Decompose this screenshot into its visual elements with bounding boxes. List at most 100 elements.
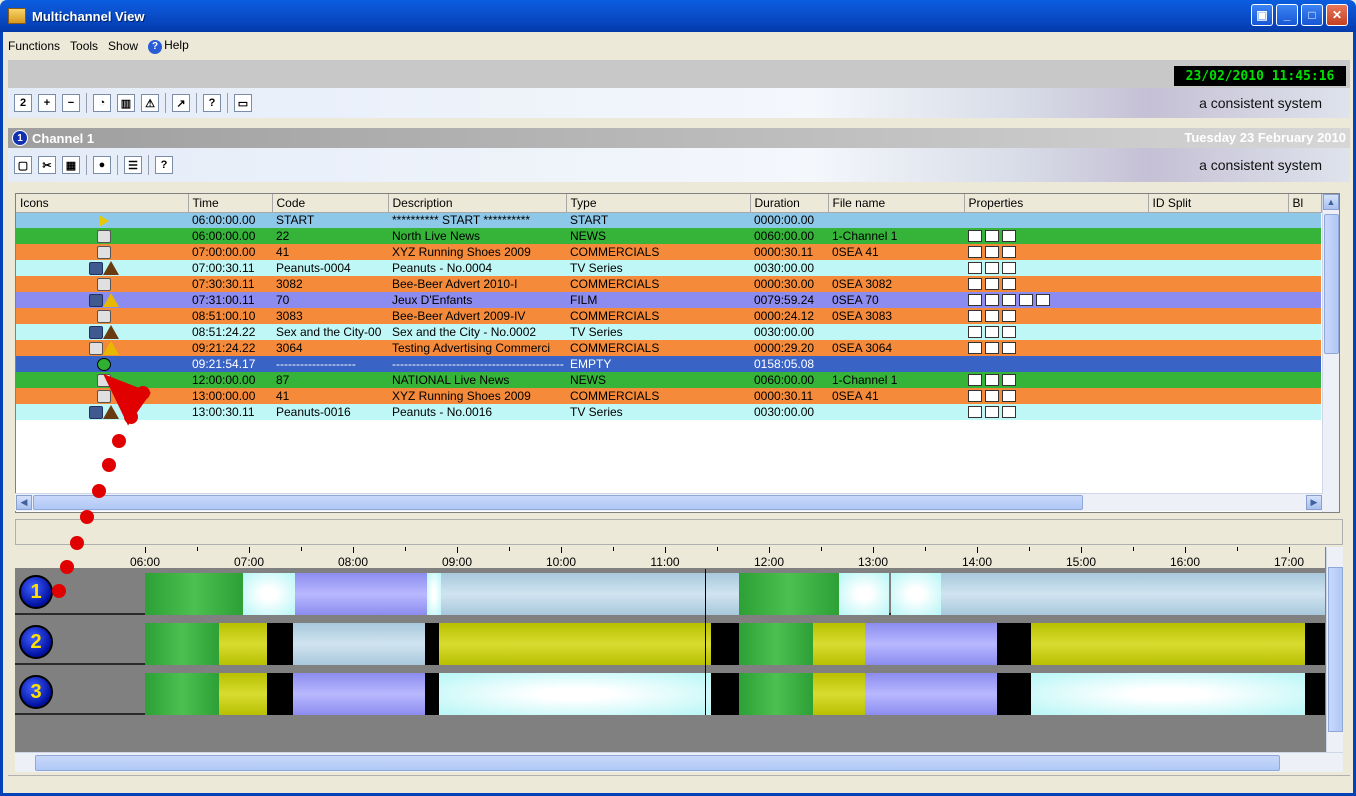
- play-icon: [99, 215, 109, 228]
- timeline-horizontal-scrollbar[interactable]: [15, 752, 1343, 772]
- grid-view-icon[interactable]: ☰: [124, 156, 142, 174]
- table-row[interactable]: 09:21:24.22 3064 Testing Advertising Comme…: [16, 340, 1321, 356]
- menu-help[interactable]: ? Help: [148, 38, 189, 54]
- zoom-out-icon[interactable]: −: [62, 94, 80, 112]
- column-header[interactable]: Properties: [964, 194, 1149, 213]
- column-header[interactable]: Time: [188, 194, 273, 213]
- context-help-icon[interactable]: ?: [203, 94, 221, 112]
- segment-tv-series[interactable]: [439, 673, 711, 715]
- column-header[interactable]: Bl: [1288, 194, 1322, 213]
- scroll-thumb[interactable]: [35, 755, 1280, 771]
- column-header[interactable]: Icons: [16, 194, 189, 213]
- column-header[interactable]: ID Split: [1148, 194, 1289, 213]
- window-icon[interactable]: ▭: [234, 94, 252, 112]
- segment-news[interactable]: [145, 623, 219, 665]
- segment-break[interactable]: [425, 673, 439, 715]
- column-header[interactable]: Type: [566, 194, 751, 213]
- refresh-icon[interactable]: 2: [14, 94, 32, 112]
- segment-break[interactable]: [1305, 673, 1325, 715]
- menu-functions[interactable]: Functions: [8, 39, 60, 53]
- segment-tv-series[interactable]: [427, 573, 441, 615]
- segment-break[interactable]: [711, 623, 739, 665]
- segment-programme[interactable]: [219, 623, 267, 665]
- segment-film[interactable]: [295, 573, 427, 615]
- clock-icon[interactable]: ◔: [93, 94, 111, 112]
- segment-programme[interactable]: [439, 623, 711, 665]
- table-row[interactable]: 06:00:00.00 22 North Live News NEWS 0060:00.…: [16, 228, 1321, 244]
- segment-break[interactable]: [711, 673, 739, 715]
- segment-news[interactable]: [145, 673, 219, 715]
- close-button[interactable]: ✕: [1326, 4, 1348, 26]
- segment-tv-series[interactable]: [1031, 673, 1305, 715]
- zoom-in-icon[interactable]: +: [38, 94, 56, 112]
- open-folder-icon[interactable]: ▢: [14, 156, 32, 174]
- segment-tv-series[interactable]: [891, 573, 941, 615]
- table-row[interactable]: 13:00:30.11 Peanuts-0016 Peanuts - No.0016…: [16, 404, 1321, 420]
- cut-clip-icon[interactable]: ✂: [38, 156, 56, 174]
- column-header[interactable]: File name: [828, 194, 965, 213]
- segment-break[interactable]: [1305, 623, 1325, 665]
- segment-empty[interactable]: [941, 573, 1325, 615]
- segment-programme[interactable]: [219, 673, 267, 715]
- column-header[interactable]: Description: [388, 194, 567, 213]
- scroll-left-button[interactable]: ◀: [16, 495, 32, 510]
- segment-programme[interactable]: [293, 623, 425, 665]
- segment-tv-series[interactable]: [243, 573, 295, 615]
- warning-icon[interactable]: ⚠: [141, 94, 159, 112]
- grid-horizontal-scrollbar[interactable]: ◀ ▶: [15, 493, 1323, 511]
- segment-news[interactable]: [739, 573, 839, 615]
- segment-film[interactable]: [293, 673, 425, 715]
- scroll-thumb[interactable]: [1324, 214, 1339, 354]
- menu-tools[interactable]: Tools: [70, 39, 98, 53]
- segment-news[interactable]: [739, 673, 813, 715]
- menu-show[interactable]: Show: [108, 39, 138, 53]
- export-icon[interactable]: ↗: [172, 94, 190, 112]
- table-row[interactable]: 07:30:30.11 3082 Bee-Beer Advert 2010-I COM…: [16, 276, 1321, 292]
- table-row[interactable]: 13:00:00.00 41 XYZ Running Shoes 2009 COMME…: [16, 388, 1321, 404]
- chart-icon[interactable]: ▥: [117, 94, 135, 112]
- segment-programme[interactable]: [813, 623, 865, 665]
- channel-track-3[interactable]: 3: [15, 669, 1325, 715]
- segment-break[interactable]: [267, 673, 293, 715]
- table-row[interactable]: 07:31:00.11 70 Jeux D'Enfants FILM 0079:59.2…: [16, 292, 1321, 308]
- segment-tv-series[interactable]: [839, 573, 889, 615]
- column-header[interactable]: Code: [272, 194, 389, 213]
- scroll-right-button[interactable]: ▶: [1306, 495, 1322, 510]
- clip-icon[interactable]: ▦: [62, 156, 80, 174]
- channel-track-2[interactable]: 2: [15, 619, 1325, 665]
- segment-programme[interactable]: [1031, 623, 1305, 665]
- scroll-up-button[interactable]: ▲: [1323, 194, 1339, 210]
- segment-film[interactable]: [865, 623, 997, 665]
- grid-vertical-scrollbar[interactable]: ▲: [1322, 194, 1339, 512]
- cell-code: START: [276, 213, 315, 228]
- cell-type: COMMERCIALS: [570, 309, 660, 323]
- segment-break[interactable]: [267, 623, 293, 665]
- table-row[interactable]: 07:00:00.00 41 XYZ Running Shoes 2009 COMME…: [16, 244, 1321, 260]
- table-row[interactable]: 08:51:00.10 3083 Bee-Beer Advert 2009-IV CO…: [16, 308, 1321, 324]
- maximize-button[interactable]: □: [1301, 4, 1323, 26]
- record-icon[interactable]: ●: [93, 156, 111, 174]
- channel-track-1[interactable]: 1: [15, 569, 1325, 615]
- table-row[interactable]: 06:00:00.00 START ********** START *******…: [16, 212, 1321, 228]
- timeline-vertical-scrollbar[interactable]: [1326, 547, 1343, 752]
- segment-break[interactable]: [997, 623, 1031, 665]
- context-help-icon[interactable]: ?: [155, 156, 173, 174]
- segment-news[interactable]: [145, 573, 243, 615]
- film-icon: [89, 293, 103, 307]
- scroll-thumb[interactable]: [1328, 567, 1343, 732]
- segment-break[interactable]: [425, 623, 439, 665]
- special-window-button[interactable]: ▣: [1251, 4, 1273, 26]
- minimize-button[interactable]: _: [1276, 4, 1298, 26]
- table-row[interactable]: 07:00:30.11 Peanuts-0004 Peanuts - No.0004…: [16, 260, 1321, 276]
- segment-news[interactable]: [739, 623, 813, 665]
- table-row[interactable]: 09:21:54.17 -------------------- ---------…: [16, 356, 1321, 372]
- table-row[interactable]: 08:51:24.22 Sex and the City-00 Sex and th…: [16, 324, 1321, 340]
- table-row[interactable]: 12:00:00.00 87 NATIONAL Live News NEWS 0060:…: [16, 372, 1321, 388]
- segment-break[interactable]: [997, 673, 1031, 715]
- segment-empty[interactable]: [441, 573, 739, 615]
- segment-film[interactable]: [865, 673, 997, 715]
- cell-code: 22: [276, 229, 290, 243]
- column-header[interactable]: Duration: [750, 194, 829, 213]
- scroll-thumb[interactable]: [33, 495, 1083, 510]
- segment-programme[interactable]: [813, 673, 865, 715]
